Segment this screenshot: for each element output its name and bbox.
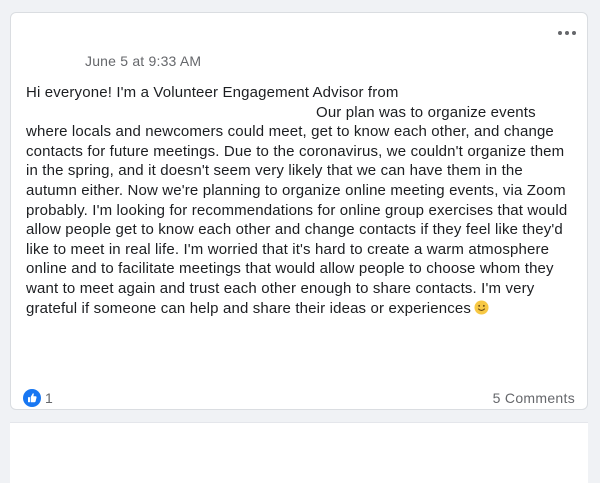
avatar[interactable] — [25, 33, 65, 73]
comments-count-link[interactable]: 5 Comments — [493, 390, 575, 406]
slightly-smiling-face-icon — [474, 300, 489, 315]
more-options-button[interactable] — [555, 25, 579, 41]
more-options-icon — [558, 31, 576, 35]
post-text-body: Our plan was to organize events where lo… — [26, 103, 568, 317]
reactions-summary[interactable]: 1 — [23, 389, 53, 407]
post-card: June 5 at 9:33 AM Hi everyone! I'm a Vol… — [10, 12, 588, 410]
like-thumbs-up-icon — [23, 389, 41, 407]
post-text-intro: Hi everyone! I'm a Volunteer Engagement … — [26, 84, 399, 101]
redacted-text-space — [26, 116, 316, 117]
redacted-organization-name — [399, 96, 563, 97]
post-header: June 5 at 9:33 AM — [11, 13, 587, 83]
next-post-card — [10, 422, 588, 483]
post-timestamp[interactable]: June 5 at 9:33 AM — [85, 53, 201, 69]
reaction-count: 1 — [45, 390, 53, 406]
post-message: Hi everyone! I'm a Volunteer Engagement … — [26, 83, 578, 318]
post-footer: 1 5 Comments — [23, 386, 575, 410]
